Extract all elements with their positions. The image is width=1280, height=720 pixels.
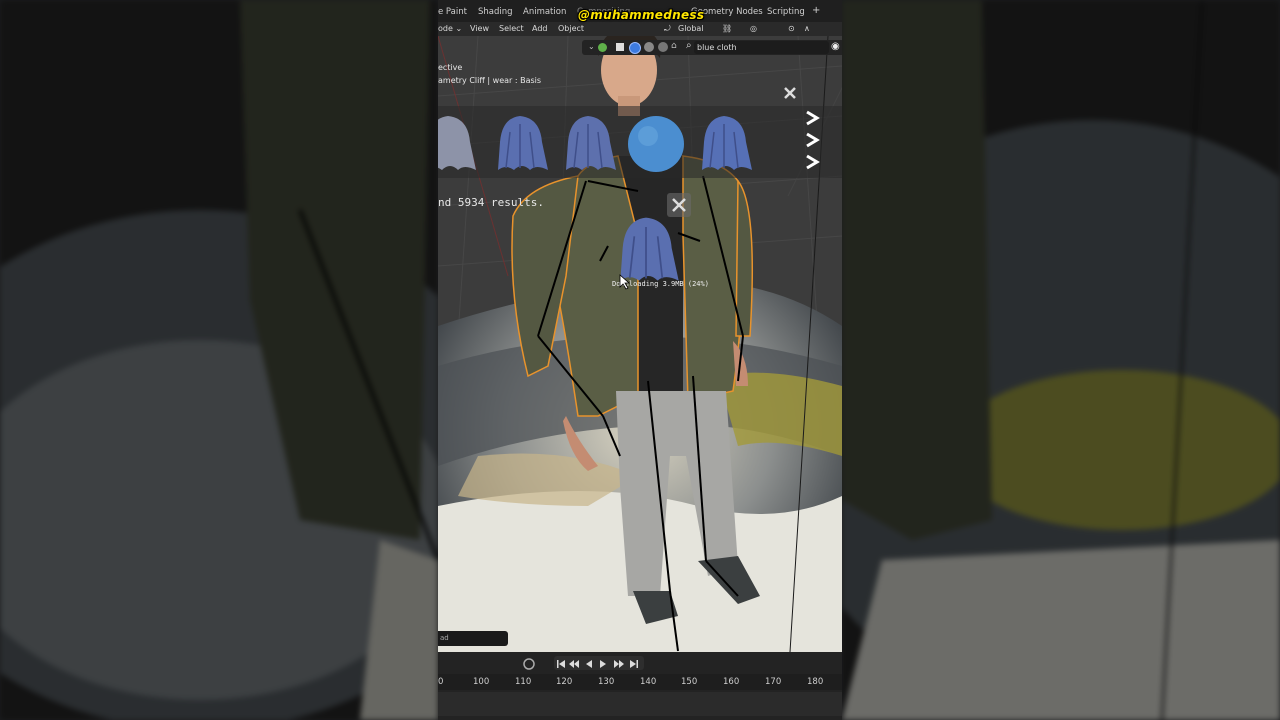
frame-label: 110 — [515, 677, 532, 687]
snap-icon[interactable]: ◎ — [750, 24, 757, 33]
frame-label: 170 — [765, 677, 782, 687]
tab-shading[interactable]: Shading — [478, 7, 513, 17]
tab-scripting[interactable]: Scripting — [767, 7, 805, 17]
frame-label: 100 — [473, 677, 490, 687]
search-results-count: nd 5934 results. — [438, 196, 544, 209]
record-icon[interactable] — [522, 656, 536, 670]
asset-thumbnail[interactable] — [626, 112, 686, 172]
frame-label: 130 — [598, 677, 615, 687]
dropdown-arrow-icon[interactable]: ⌄ — [588, 42, 595, 51]
next-keyframe-icon[interactable] — [614, 660, 624, 668]
add-workspace-button[interactable]: + — [812, 5, 820, 16]
proportional-edit-icon[interactable]: ⊙ — [788, 24, 795, 33]
asset-thumbnail[interactable] — [490, 112, 550, 172]
jump-end-icon[interactable] — [630, 660, 638, 668]
viewport-header: ⌄ ⌂ ⌕ blue cloth ◉ — [582, 40, 842, 55]
filter-icon[interactable]: ⌂ — [671, 41, 677, 51]
timeline-ruler[interactable]: 0 100 110 120 130 140 150 160 170 180 — [438, 674, 842, 690]
frame-label: 150 — [681, 677, 698, 687]
frame-label: 160 — [723, 677, 740, 687]
transform-orientation-dropdown[interactable]: Global — [678, 24, 704, 33]
asset-results-strip — [438, 106, 842, 178]
menu-add[interactable]: Add — [532, 24, 548, 33]
falloff-icon[interactable]: ∧ — [804, 24, 810, 33]
search-value: blue cloth — [697, 43, 737, 52]
menu-object[interactable]: Object — [558, 24, 584, 33]
asset-thumbnail[interactable] — [694, 112, 754, 172]
viewport-object-info: ametry Cliff | wear : Basis — [438, 76, 542, 85]
link-icon[interactable]: ⛓ — [722, 24, 732, 33]
blender-window: e Paint Shading Animation Compositing Ge… — [438, 0, 842, 720]
command-input[interactable]: ad — [438, 631, 508, 646]
background-blur-left — [0, 0, 438, 720]
chevron-right-icon[interactable] — [804, 110, 820, 126]
tab-texture-paint[interactable]: e Paint — [438, 7, 467, 17]
shading-material-icon[interactable] — [629, 42, 641, 54]
chevron-right-icon[interactable] — [804, 154, 820, 170]
playback-controls — [554, 656, 644, 670]
frame-label: 140 — [640, 677, 657, 687]
jump-start-icon[interactable] — [557, 660, 565, 668]
header-menubar: ode ⌄ View Select Add Object ⤾ Global ⛓ … — [438, 22, 842, 36]
overlay-sphere-icon[interactable] — [658, 42, 668, 52]
play-icon[interactable] — [600, 660, 606, 668]
viewport-view-name: ective — [438, 63, 463, 72]
chevron-right-icon[interactable] — [804, 132, 820, 148]
downloading-asset-thumbnail — [620, 217, 679, 281]
asset-thumbnail[interactable] — [438, 112, 478, 172]
3d-viewport[interactable]: ⌄ ⌂ ⌕ blue cloth ◉ ective ametry Cliff |… — [438, 36, 842, 652]
shading-rendered-icon[interactable] — [644, 42, 654, 52]
background-blur-right — [842, 0, 1280, 720]
asset-browser-icon[interactable] — [598, 43, 607, 52]
asset-thumbnail[interactable] — [558, 112, 618, 172]
channel-watermark: @muhammedness — [578, 8, 705, 22]
menu-view[interactable]: View — [470, 24, 489, 33]
frame-label: 0 — [438, 677, 444, 687]
frame-label: 180 — [807, 677, 824, 687]
eye-icon[interactable]: ◉ — [831, 41, 840, 52]
prev-keyframe-icon[interactable] — [569, 660, 579, 668]
close-icon[interactable] — [781, 84, 799, 102]
play-reverse-icon[interactable] — [586, 660, 592, 668]
asset-search-input[interactable]: blue cloth — [694, 41, 829, 54]
transform-orientation-icon[interactable]: ⤾ — [664, 24, 671, 34]
search-icon: ⌕ — [686, 40, 692, 51]
frame-label: 120 — [556, 677, 573, 687]
timeline-panel: 0 100 110 120 130 140 150 160 170 180 — [438, 652, 842, 720]
timeline-track[interactable] — [438, 692, 842, 716]
menu-select[interactable]: Select — [499, 24, 524, 33]
mouse-cursor-icon — [619, 274, 631, 290]
mode-dropdown[interactable]: ode ⌄ — [438, 24, 462, 33]
tab-animation[interactable]: Animation — [523, 7, 566, 17]
shading-solid-box-icon[interactable] — [616, 43, 624, 51]
